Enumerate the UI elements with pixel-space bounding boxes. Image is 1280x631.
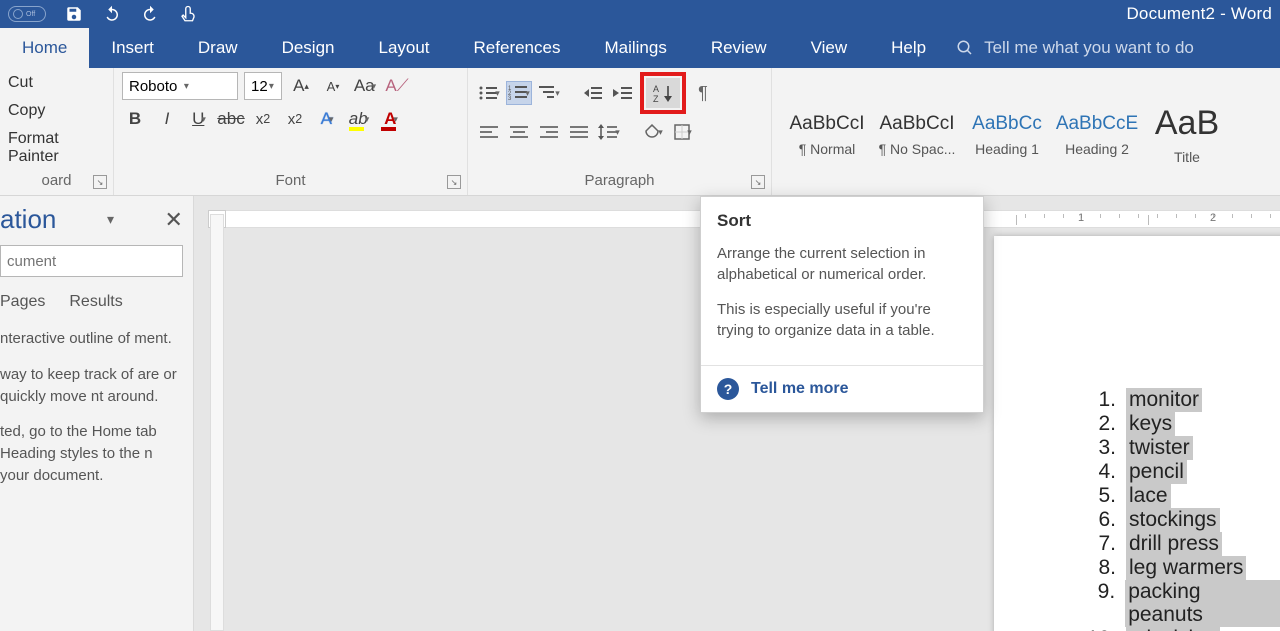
group-paragraph-label: Paragraph [584,172,654,189]
vertical-ruler[interactable] [210,214,224,631]
font-dialog-launcher[interactable]: ↘ [447,175,461,189]
bullets-icon[interactable]: ▾ [476,81,502,105]
line-spacing-icon[interactable]: ▾ [596,120,622,144]
clipboard-dialog-launcher[interactable]: ↘ [93,175,107,189]
tab-design[interactable]: Design [260,28,357,68]
change-case-icon[interactable]: Aa▾ [352,73,378,99]
numbering-icon[interactable]: 123▾ [506,81,532,105]
font-color-icon[interactable]: A▾ [378,106,404,132]
subscript-icon[interactable]: x2 [250,106,276,132]
nav-dropdown-icon[interactable]: ▾ [107,211,114,228]
tell-me-more-link[interactable]: Tell me more [751,380,849,398]
style-heading2[interactable]: AaBbCcEHeading 2 [1052,74,1142,195]
group-clipboard-label: oard [41,172,71,189]
style-nospacing[interactable]: AaBbCcI¶ No Spac... [872,74,962,195]
align-left-icon[interactable] [476,120,502,144]
paragraph-dialog-launcher[interactable]: ↘ [751,175,765,189]
document-list[interactable]: 1.monitor 2.keys 3.twister 4.pencil 5.la… [1086,388,1280,631]
nav-search[interactable]: ▾ [0,245,183,277]
strike-icon[interactable]: abc [218,106,244,132]
format-painter-button[interactable]: Format Painter [8,128,105,168]
decrease-indent-icon[interactable] [580,81,606,105]
autosave-toggle[interactable]: Off [8,6,46,22]
text-effects-icon[interactable]: A▾ [314,106,340,132]
nav-tip-2: way to keep track of are or quickly move… [0,364,183,408]
align-right-icon[interactable] [536,120,562,144]
tab-view[interactable]: View [789,28,870,68]
tab-insert[interactable]: Insert [89,28,176,68]
nav-tip-3: ted, go to the Home tab Heading styles t… [0,421,183,486]
increase-indent-icon[interactable] [610,81,636,105]
group-font-label: Font [275,172,305,189]
tooltip-p2: This is especially useful if you're tryi… [717,299,967,341]
multilevel-icon[interactable]: ▾ [536,81,562,105]
borders-icon[interactable]: ▾ [670,120,696,144]
nav-close-icon[interactable]: ✕ [165,207,183,233]
grow-font-icon[interactable]: A▴ [288,73,314,99]
sort-button[interactable]: AZ [646,78,680,108]
justify-icon[interactable] [566,120,592,144]
bold-icon[interactable]: B [122,106,148,132]
undo-icon[interactable] [102,4,122,24]
navigation-pane: ation ▾ ✕ ▾ Pages Results nteractive out… [0,196,194,631]
help-icon: ? [717,378,739,400]
show-marks-icon[interactable]: ¶ [690,81,716,105]
tab-home[interactable]: Home [0,28,89,68]
tab-draw[interactable]: Draw [176,28,260,68]
shrink-font-icon[interactable]: A▾ [320,73,346,99]
sort-button-highlight: AZ [640,72,686,114]
tab-references[interactable]: References [452,28,583,68]
touch-mode-icon[interactable] [178,4,198,24]
align-center-icon[interactable] [506,120,532,144]
tooltip-title: Sort [717,211,967,231]
highlight-icon[interactable]: ab▾ [346,106,372,132]
sort-tooltip: Sort Arrange the current selection in al… [700,196,984,413]
tell-me-search[interactable]: Tell me what you want to do [956,28,1194,68]
nav-tip-1: nteractive outline of ment. [0,328,183,350]
tab-help[interactable]: Help [869,28,948,68]
nav-title: ation [0,204,56,235]
nav-search-input[interactable] [7,253,206,270]
font-size-combo[interactable]: 12▾ [244,72,282,100]
underline-icon[interactable]: U▾ [186,106,212,132]
nav-tab-pages[interactable]: Pages [0,293,45,311]
tab-mailings[interactable]: Mailings [582,28,688,68]
ribbon-tabs: Home Insert Draw Design Layout Reference… [0,28,1280,68]
copy-button[interactable]: Copy [8,100,105,122]
nav-tab-results[interactable]: Results [69,293,122,311]
save-icon[interactable] [64,4,84,24]
svg-text:A: A [653,84,659,94]
font-name-combo[interactable]: Roboto▾ [122,72,238,100]
style-heading1[interactable]: AaBbCcHeading 1 [962,74,1052,195]
tab-review[interactable]: Review [689,28,789,68]
document-title: Document2 - Word [1126,4,1272,24]
superscript-icon[interactable]: x2 [282,106,308,132]
tab-layout[interactable]: Layout [356,28,451,68]
shading-icon[interactable]: ▾ [640,120,666,144]
style-normal[interactable]: AaBbCcI¶ Normal [782,74,872,195]
clear-format-icon[interactable]: A⟋ [384,73,410,99]
redo-icon[interactable] [140,4,160,24]
tooltip-p1: Arrange the current selection in alphabe… [717,243,967,285]
cut-button[interactable]: Cut [8,72,105,94]
svg-text:Z: Z [653,94,659,103]
style-title[interactable]: AaBTitle [1142,74,1232,195]
italic-icon[interactable]: I [154,106,180,132]
svg-text:3: 3 [508,96,512,101]
